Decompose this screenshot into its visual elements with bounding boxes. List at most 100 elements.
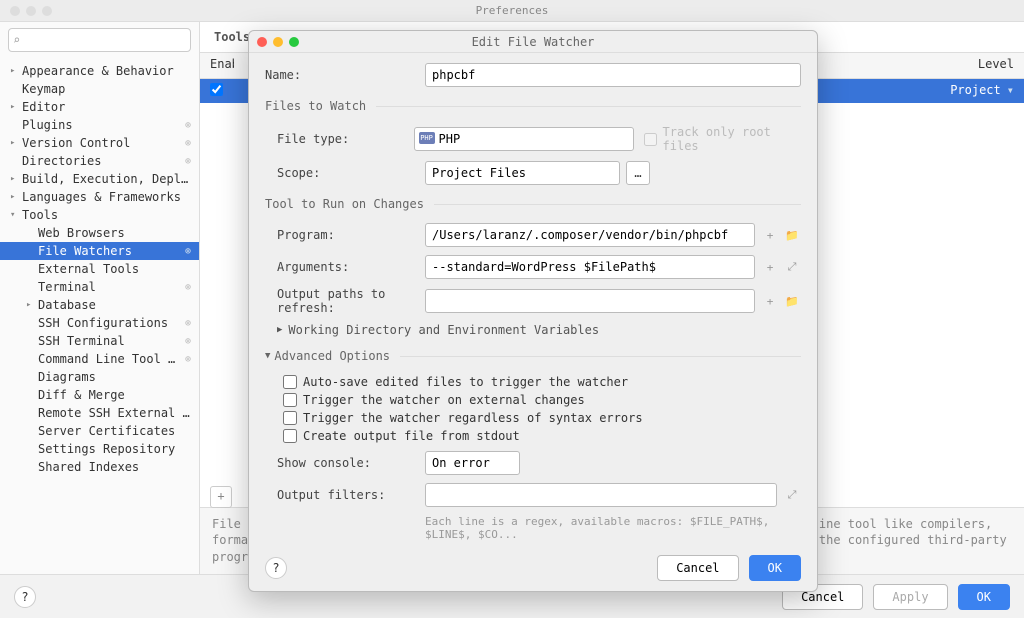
max-light[interactable] [42,6,52,16]
advanced-section-title[interactable]: ▼Advanced Options [265,349,801,365]
arguments-label: Arguments: [265,260,425,274]
folder-icon[interactable]: 📁 [783,226,801,244]
row-enabled-check[interactable] [210,83,223,96]
sidebar-item[interactable]: Directories⊚ [0,152,199,170]
gear-icon: ⊚ [185,246,191,257]
filters-hint: Each line is a regex, available macros: … [425,515,801,541]
sidebar-item[interactable]: ▸Build, Execution, Deployment [0,170,199,188]
modal-footer: ? Cancel OK [249,545,817,591]
autosave-check[interactable]: Auto-save edited files to trigger the wa… [283,375,801,389]
scope-select[interactable]: Project Files [425,161,620,185]
scope-label: Scope: [265,166,425,180]
gear-icon: ⊚ [185,120,191,131]
name-input[interactable] [425,63,801,87]
plus-icon[interactable]: + [761,258,779,276]
sidebar-item[interactable]: External Tools [0,260,199,278]
console-select[interactable]: On error [425,451,520,475]
working-dir-toggle[interactable]: Working Directory and Environment Variab… [288,323,599,337]
folder-icon[interactable]: 📁 [783,292,801,310]
sidebar-item-label: Editor [22,100,191,114]
sidebar-item[interactable]: ▸Version Control⊚ [0,134,199,152]
scope-browse-button[interactable]: … [626,161,650,185]
filters-label: Output filters: [265,488,425,502]
sidebar-item-label: Version Control [22,136,181,150]
modal-help-button[interactable]: ? [265,557,287,579]
ok-button[interactable]: OK [958,584,1010,610]
sidebar-item[interactable]: Web Browsers [0,224,199,242]
output-label: Output paths to refresh: [265,287,425,315]
program-label: Program: [265,228,425,242]
chevron-right-icon: ▸ [10,102,22,112]
chevron-right-icon[interactable]: ▶ [277,325,282,335]
sidebar-item-label: SSH Terminal [38,334,181,348]
chevron-right-icon: ▸ [10,174,22,184]
sidebar-item[interactable]: Settings Repository [0,440,199,458]
modal-max-icon[interactable] [289,37,299,47]
plus-icon[interactable]: + [761,226,779,244]
min-light[interactable] [26,6,36,16]
sidebar-item[interactable]: SSH Configurations⊚ [0,314,199,332]
chevron-right-icon: ▸ [10,66,22,76]
sidebar-item[interactable]: Keymap [0,80,199,98]
sidebar-item[interactable]: Plugins⊚ [0,116,199,134]
sidebar-item[interactable]: Shared Indexes [0,458,199,476]
stdout-check[interactable]: Create output file from stdout [283,429,801,443]
modal-title: Edit File Watcher [472,35,595,49]
tool-section-title: Tool to Run on Changes [265,197,801,213]
modal-ok-button[interactable]: OK [749,555,801,581]
sidebar-item[interactable]: Diff & Merge [0,386,199,404]
sidebar-item[interactable]: SSH Terminal⊚ [0,332,199,350]
sidebar-item-label: Diagrams [38,370,191,384]
search-input[interactable] [8,28,191,52]
sidebar-item[interactable]: Diagrams [0,368,199,386]
sidebar-item[interactable]: ▸Editor [0,98,199,116]
help-button[interactable]: ? [14,586,36,608]
modal-min-icon[interactable] [273,37,283,47]
search-container: ⌕ [8,28,191,52]
chevron-right-icon: ▸ [26,300,38,310]
external-check[interactable]: Trigger the watcher on external changes [283,393,801,407]
modal-close-icon[interactable] [257,37,267,47]
sidebar-item-label: Keymap [22,82,191,96]
sidebar-item-label: Server Certificates [38,424,191,438]
expand-icon[interactable]: ⤢ [783,486,801,504]
syntax-check[interactable]: Trigger the watcher regardless of syntax… [283,411,801,425]
arguments-input[interactable] [425,255,755,279]
modal-cancel-button[interactable]: Cancel [657,555,738,581]
chevron-down-icon: ▾ [10,210,22,220]
file-type-label: File type: [265,132,414,146]
sidebar-item[interactable]: ▸Database [0,296,199,314]
sidebar-item[interactable]: Server Certificates [0,422,199,440]
sidebar-item[interactable]: Command Line Tool Support⊚ [0,350,199,368]
output-input[interactable] [425,289,755,313]
sidebar-item[interactable]: File Watchers ⊚ [0,242,199,260]
sidebar-item[interactable]: Remote SSH External Tools [0,404,199,422]
gear-icon: ⊚ [185,354,191,365]
file-type-select[interactable]: PHP [414,127,634,151]
apply-button: Apply [873,584,947,610]
sidebar-item[interactable]: Terminal⊚ [0,278,199,296]
sidebar-item[interactable]: ▸Appearance & Behavior [0,62,199,80]
sidebar-item-label: Web Browsers [38,226,191,240]
close-light[interactable] [10,6,20,16]
chevron-down-icon[interactable]: ▾ [1007,83,1014,99]
track-root-check[interactable]: Track only root files [644,125,801,153]
sidebar-item-label: Terminal [38,280,181,294]
add-button[interactable]: + [210,486,232,508]
chevron-right-icon: ▸ [10,192,22,202]
sidebar-item[interactable]: ▾Tools [0,206,199,224]
filters-input[interactable] [425,483,777,507]
sidebar-item-label: Diff & Merge [38,388,191,402]
sidebar-item[interactable]: ▸Languages & Frameworks [0,188,199,206]
window-title: Preferences [476,4,549,17]
sidebar-item-label: File Watchers [38,244,181,258]
chevron-right-icon: ▸ [10,138,22,148]
sidebar-item-label: Settings Repository [38,442,191,456]
program-input[interactable] [425,223,755,247]
console-label: Show console: [265,456,425,470]
search-icon: ⌕ [13,33,20,47]
expand-icon[interactable]: ⤢ [783,258,801,276]
sidebar-item-label: External Tools [38,262,191,276]
sidebar-item-label: Tools [22,208,191,222]
plus-icon[interactable]: + [761,292,779,310]
